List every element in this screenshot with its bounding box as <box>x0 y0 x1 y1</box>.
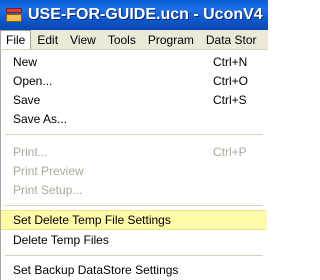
menu-item-label: Set Delete Temp File Settings <box>13 213 171 227</box>
menu-separator <box>5 134 263 135</box>
menu-item-set-delete-temp-file-settings[interactable]: Set Delete Temp File Settings <box>1 210 267 230</box>
menu-item-label: New <box>13 55 38 69</box>
menu-item-new[interactable]: New Ctrl+N <box>1 52 267 72</box>
menu-separator <box>5 205 263 206</box>
menu-edit[interactable]: Edit <box>31 30 64 49</box>
menu-item-save[interactable]: Save Ctrl+S <box>1 90 267 110</box>
menu-item-label: Delete Temp Files <box>13 233 109 247</box>
menu-item-set-backup-datastore-settings[interactable]: Set Backup DataStore Settings <box>1 260 267 280</box>
menu-tools[interactable]: Tools <box>102 30 142 49</box>
menu-file[interactable]: File <box>0 30 32 49</box>
menu-item-shortcut: Ctrl+P <box>213 145 247 159</box>
app-icon <box>6 8 22 22</box>
menu-item-shortcut: Ctrl+S <box>213 93 247 107</box>
menu-item-label: Open... <box>13 74 53 88</box>
menu-item-shortcut: Ctrl+O <box>213 74 249 88</box>
menu-data-store[interactable]: Data Stor <box>200 30 263 49</box>
menu-item-print-preview: Print Preview <box>1 161 267 181</box>
menu-item-label: Save <box>13 93 41 107</box>
file-menu-dropdown: New Ctrl+N Open... Ctrl+O Save Ctrl+S Sa… <box>0 50 268 280</box>
menu-item-label: Set Backup DataStore Settings <box>13 263 179 277</box>
menu-item-label: Print... <box>13 145 48 159</box>
menu-item-shortcut: Ctrl+N <box>213 55 248 69</box>
menu-item-open[interactable]: Open... Ctrl+O <box>1 71 267 91</box>
menu-program[interactable]: Program <box>142 30 200 49</box>
menu-item-label: Print Setup... <box>13 183 83 197</box>
menu-item-delete-temp-files[interactable]: Delete Temp Files <box>1 230 267 250</box>
menu-item-label: Print Preview <box>13 164 84 178</box>
menu-item-save-as[interactable]: Save As... <box>1 109 267 129</box>
menu-item-print-setup: Print Setup... <box>1 180 267 200</box>
menu-item-label: Save As... <box>13 112 68 126</box>
title-bar: USE-FOR-GUIDE.ucn - UconV4 <box>0 0 268 30</box>
menu-view[interactable]: View <box>64 30 102 49</box>
menu-bar: File Edit View Tools Program Data Stor <box>0 30 268 50</box>
window-title: USE-FOR-GUIDE.ucn - UconV4 <box>28 6 263 23</box>
menu-separator <box>5 255 263 256</box>
menu-item-print: Print... Ctrl+P <box>1 142 267 162</box>
